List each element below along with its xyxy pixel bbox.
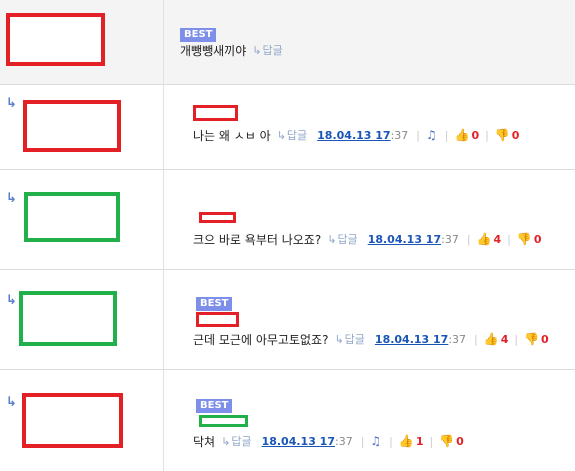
redacted-nickname <box>199 212 236 223</box>
thumbs-down-icon[interactable]: 👎 <box>495 128 510 142</box>
upvote-count: 0 <box>471 128 480 142</box>
downvote-count: 0 <box>533 232 542 246</box>
downvote-count: 0 <box>541 332 549 346</box>
thumbs-up-icon[interactable]: 👍 <box>454 128 469 142</box>
best-badge: BEST <box>180 28 217 42</box>
reply-arrow-icon: ↳ <box>6 293 17 308</box>
comment-line: 나는 왜 ㅅㅂ 아 ↳답글 18.04.13 17:37 | ♫ | 👍 0 | … <box>193 127 525 143</box>
time-suffix: :37 <box>448 332 467 346</box>
author-column: ↳ <box>0 370 164 471</box>
thumbs-down-icon[interactable]: 👎 <box>524 332 539 346</box>
separator: | <box>416 128 420 142</box>
reply-button[interactable]: ↳답글 <box>334 331 364 347</box>
separator: | <box>444 128 449 142</box>
comment-text: 나는 왜 ㅅㅂ 아 <box>193 128 271 143</box>
reply-label: 답글 <box>286 129 308 142</box>
separator: | <box>389 434 393 448</box>
reply-arrow-icon: ↳ <box>6 96 17 111</box>
upvote-count: 4 <box>500 332 509 346</box>
thumbs-up-icon[interactable]: 👍 <box>484 332 499 346</box>
author-column: ↳ <box>0 270 164 369</box>
bell-icon[interactable]: ♫ <box>426 128 437 142</box>
reply-button[interactable]: ↳답글 <box>252 42 282 58</box>
reply-label: 답글 <box>337 233 358 246</box>
comment-row: BEST 개뺑뺑새끼야 ↳답글 <box>0 0 575 85</box>
reply-button[interactable]: ↳답글 <box>277 127 307 143</box>
downvote-count: 0 <box>511 128 520 142</box>
redacted-avatar <box>23 100 121 152</box>
separator: | <box>474 332 478 346</box>
date-link[interactable]: 18.04.13 17 <box>317 129 390 142</box>
time-suffix: :37 <box>334 434 353 448</box>
reply-label: 답글 <box>262 44 283 57</box>
comment-line: 크으 바로 욕부터 나오죠? ↳답글 18.04.13 17:37 | 👍 4 |… <box>193 231 547 247</box>
reply-arrow-icon: ↳ <box>6 395 17 410</box>
comment-line: 근데 모근에 아무고토없죠? ↳답글 18.04.13 17:37 | 👍 4 |… <box>193 331 555 347</box>
separator: | <box>466 232 471 246</box>
reply-arrow-icon: ↳ <box>327 233 337 246</box>
comment-text: 크으 바로 욕부터 나오죠? <box>193 232 322 247</box>
thumbs-up-icon[interactable]: 👍 <box>477 232 492 246</box>
time-suffix: :37 <box>390 128 409 142</box>
bell-icon[interactable]: ♫ <box>370 434 381 448</box>
separator: | <box>507 232 511 246</box>
author-column: ↳ <box>0 85 164 169</box>
reply-arrow-icon: ↳ <box>6 191 17 206</box>
reply-label: 답글 <box>231 435 252 448</box>
separator: | <box>514 332 519 346</box>
redacted-nickname <box>196 312 239 327</box>
upvote-count: 4 <box>493 232 502 246</box>
separator: | <box>429 434 434 448</box>
comment-row: ↳ 나는 왜 ㅅㅂ 아 ↳답글 18.04.13 17:37 | ♫ | 👍 0 … <box>0 85 575 170</box>
redacted-avatar <box>6 13 105 66</box>
comment-text: 근데 모근에 아무고토없죠? <box>193 332 329 347</box>
reply-button[interactable]: ↳답글 <box>221 433 251 449</box>
thumbs-up-icon[interactable]: 👍 <box>399 434 414 448</box>
downvote-count: 0 <box>456 434 464 448</box>
comment-line: 개뺑뺑새끼야 ↳답글 <box>180 42 293 58</box>
reply-arrow-icon: ↳ <box>221 435 231 448</box>
reply-button[interactable]: ↳답글 <box>327 231 357 247</box>
time-suffix: :37 <box>441 232 459 246</box>
comment-text: 닥쳐 <box>193 434 216 449</box>
redacted-avatar <box>22 393 123 448</box>
date-link[interactable]: 18.04.13 17 <box>262 435 335 448</box>
comment-line: 닥쳐 ↳답글 18.04.13 17:37 | ♫ | 👍 1 | 👎 0 <box>193 433 470 449</box>
comment-row: ↳ BEST 닥쳐 ↳답글 18.04.13 17:37 | ♫ | 👍 1 | … <box>0 370 575 471</box>
reply-arrow-icon: ↳ <box>334 333 344 346</box>
thumbs-down-icon[interactable]: 👎 <box>439 434 454 448</box>
reply-label: 답글 <box>344 333 365 346</box>
best-badge: BEST <box>196 399 233 413</box>
separator: | <box>485 128 489 142</box>
separator: | <box>360 434 365 448</box>
author-column <box>0 0 164 84</box>
best-badge: BEST <box>196 297 233 311</box>
redacted-avatar <box>24 192 120 242</box>
redacted-avatar <box>19 291 117 346</box>
comment-row: ↳ BEST 근데 모근에 아무고토없죠? ↳답글 18.04.13 17:37… <box>0 270 575 370</box>
comment-text: 개뺑뺑새끼야 <box>180 43 247 58</box>
redacted-nickname <box>199 415 248 427</box>
reply-arrow-icon: ↳ <box>276 129 286 142</box>
author-column: ↳ <box>0 170 164 269</box>
thumbs-down-icon[interactable]: 👎 <box>517 232 532 246</box>
date-link[interactable]: 18.04.13 17 <box>375 333 448 346</box>
comment-row: ↳ 크으 바로 욕부터 나오죠? ↳답글 18.04.13 17:37 | 👍 4… <box>0 170 575 270</box>
reply-arrow-icon: ↳ <box>252 44 262 57</box>
redacted-nickname <box>193 105 238 121</box>
date-link[interactable]: 18.04.13 17 <box>368 233 441 246</box>
upvote-count: 1 <box>415 434 424 448</box>
